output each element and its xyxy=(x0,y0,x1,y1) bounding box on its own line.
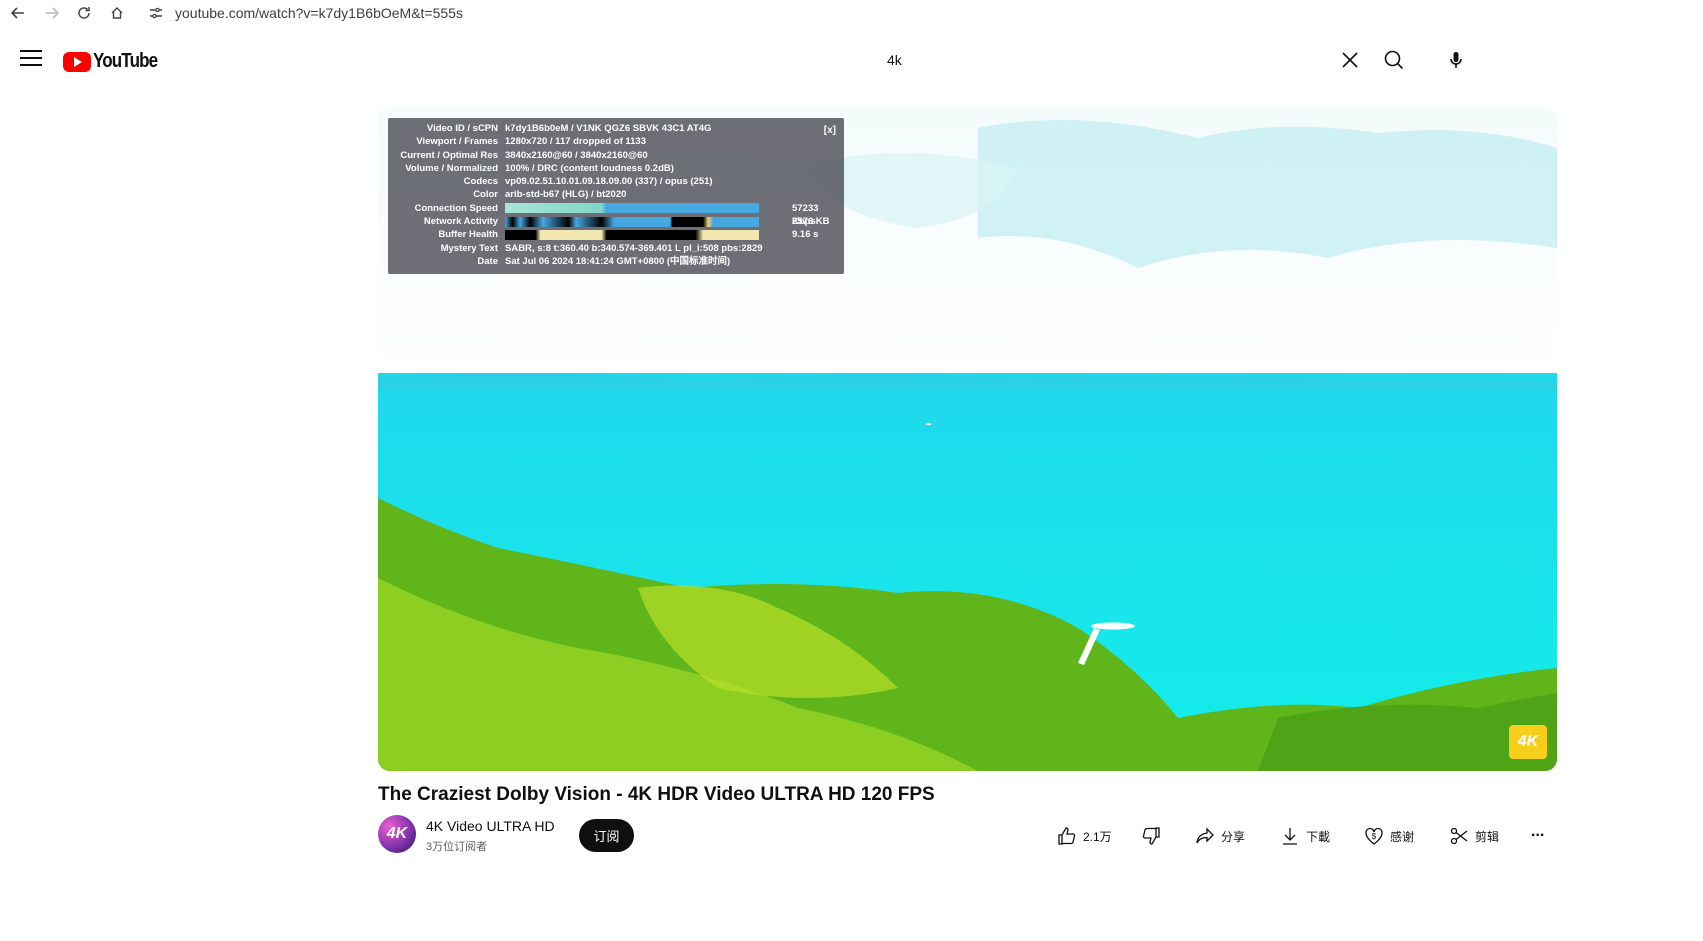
clear-search-icon[interactable] xyxy=(1338,48,1362,72)
search-icon[interactable] xyxy=(1382,48,1406,72)
stats-value: 3840x2160@60 / 3840x2160@60 xyxy=(505,149,648,161)
menu-icon[interactable] xyxy=(20,50,42,70)
like-button[interactable]: 2.1万 xyxy=(1057,826,1112,846)
forward-icon[interactable] xyxy=(42,3,62,23)
back-icon[interactable] xyxy=(8,3,28,23)
share-label: 分享 xyxy=(1221,829,1246,844)
stats-key: Buffer Health xyxy=(438,229,498,241)
stats-row: Connection Speed 57233 Kbps xyxy=(394,202,838,227)
svg-text:$: $ xyxy=(1372,832,1377,841)
4k-badge: 4K xyxy=(1509,725,1547,759)
stats-row: Viewport / Frames 1280x720 / 117 dropped … xyxy=(394,135,838,148)
stats-key: Video ID / sCPN xyxy=(426,123,498,134)
stats-key: Network Activity xyxy=(423,216,498,228)
stats-key: Codecs xyxy=(463,176,498,188)
search-input[interactable]: 4k xyxy=(887,52,902,68)
channel-name[interactable]: 4K Video ULTRA HD xyxy=(426,818,555,834)
stats-close-button[interactable]: [x] xyxy=(824,125,836,136)
browser-toolbar: youtube.com/watch?v=k7dy1B6bOeM&t=555s xyxy=(0,0,1703,26)
logo-text: YouTube xyxy=(93,50,158,72)
scissors-icon xyxy=(1450,827,1468,845)
thumbs-up-icon xyxy=(1058,827,1076,845)
clip-button[interactable]: 剪辑 xyxy=(1449,826,1499,846)
video-player[interactable]: [x] Video ID / sCPN k7dy1B6b0eM / V1NK QG… xyxy=(378,108,1557,771)
stats-value: 9.16 s xyxy=(792,229,819,241)
connection-speed-graph xyxy=(505,202,838,215)
clip-label: 剪辑 xyxy=(1475,829,1500,844)
address-bar[interactable]: youtube.com/watch?v=k7dy1B6bOeM&t=555s xyxy=(175,5,463,21)
subscribe-button[interactable]: 订阅 xyxy=(579,819,634,852)
reload-icon[interactable] xyxy=(74,3,94,23)
stats-key: Current / Optimal Res xyxy=(400,149,498,161)
stats-value: k7dy1B6b0eM / V1NK QGZ6 SBVK 43C1 AT4G xyxy=(505,123,712,134)
stats-key: Mystery Text xyxy=(440,242,498,254)
more-actions-button[interactable]: ... xyxy=(1531,822,1544,842)
download-icon xyxy=(1283,828,1297,845)
stats-key: Color xyxy=(473,189,498,201)
stats-row: Buffer Health 9.16 s xyxy=(394,228,838,241)
stats-value: Sat Jul 06 2024 18:41:24 GMT+0800 (中国标准时… xyxy=(505,255,731,267)
stats-value: SABR, s:8 t:360.40 b:340.574-369.401 L p… xyxy=(505,242,763,254)
thanks-label: 感谢 xyxy=(1390,829,1415,844)
stats-value: 100% / DRC (content loudness 0.2dB) xyxy=(505,162,674,174)
share-icon xyxy=(1196,827,1214,844)
dislike-button[interactable] xyxy=(1141,826,1167,846)
thanks-button[interactable]: $ 感谢 xyxy=(1364,826,1414,846)
download-label: 下載 xyxy=(1306,829,1331,844)
network-activity-graph xyxy=(505,215,838,228)
masthead: YouTube 4k xyxy=(0,36,1703,86)
stats-row: Video ID / sCPN k7dy1B6b0eM / V1NK QGZ6 S… xyxy=(394,122,838,135)
channel-avatar[interactable]: 4K xyxy=(378,815,416,853)
video-title: The Craziest Dolby Vision - 4K HDR Video… xyxy=(378,784,935,805)
youtube-logo[interactable]: YouTube xyxy=(63,50,169,73)
stats-value: vp09.02.51.10.01.09.18.09.00 (337) / opu… xyxy=(505,176,713,188)
stats-key: Date xyxy=(477,255,498,267)
stats-key: Connection Speed xyxy=(414,202,498,214)
stats-row: Mystery Text SABR, s:8 t:360.40 b:340.574… xyxy=(394,242,838,255)
stats-key: Viewport / Frames xyxy=(416,136,498,148)
site-settings-icon[interactable] xyxy=(146,3,166,23)
stats-value: 1280x720 / 117 dropped of 1133 xyxy=(505,136,647,148)
stats-row: Current / Optimal Res 3840x2160@60 / 3840… xyxy=(394,149,838,162)
home-icon[interactable] xyxy=(107,3,127,23)
stats-for-nerds-panel: [x] Video ID / sCPN k7dy1B6b0eM / V1NK QG… xyxy=(388,118,844,274)
stats-row: Color arib-std-b67 (HLG) / bt2020 xyxy=(394,188,838,201)
stats-value: 2576 KB xyxy=(792,216,830,228)
thumbs-down-icon xyxy=(1142,827,1160,845)
stats-row: Date Sat Jul 06 2024 18:41:24 GMT+0800 (中… xyxy=(394,255,838,268)
subscriber-count: 3万位订阅者 xyxy=(426,841,488,853)
super-thanks-icon: $ xyxy=(1365,827,1383,845)
share-button[interactable]: 分享 xyxy=(1195,826,1245,846)
stats-row: Codecs vp09.02.51.10.01.09.18.09.00 (337)… xyxy=(394,175,838,188)
buffer-health-graph xyxy=(505,228,838,241)
like-count: 2.1万 xyxy=(1083,829,1112,844)
stats-value: arib-std-b67 (HLG) / bt2020 xyxy=(505,189,627,201)
stats-key: Volume / Normalized xyxy=(405,162,498,174)
microphone-icon[interactable] xyxy=(1444,48,1468,72)
download-button[interactable]: 下載 xyxy=(1280,826,1330,846)
play-logo-icon xyxy=(63,51,91,72)
stats-row: Network Activity 2576 KB xyxy=(394,215,838,228)
stats-row: Volume / Normalized 100% / DRC (content l… xyxy=(394,162,838,175)
